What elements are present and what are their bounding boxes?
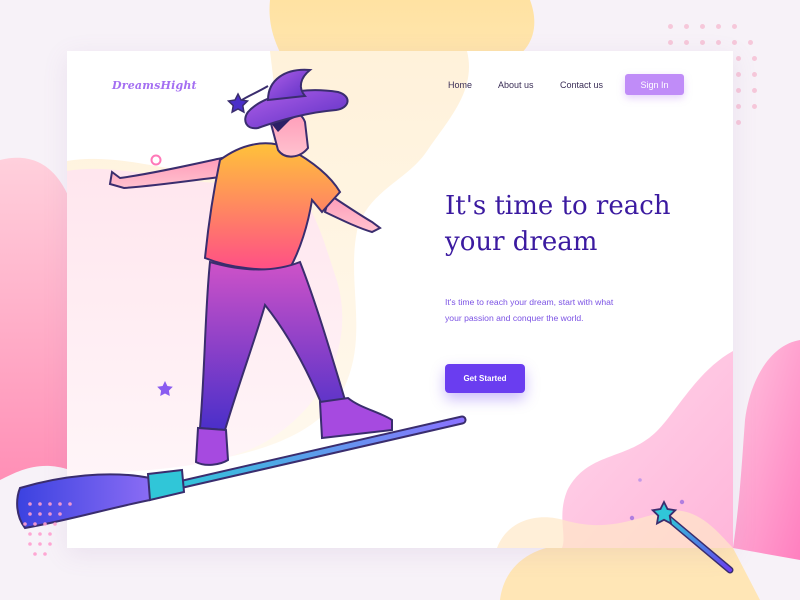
yellow-blob-bottom <box>500 544 760 600</box>
hero-description: It's time to reach your dream, start wit… <box>445 294 655 326</box>
pink-blob-left <box>0 157 70 480</box>
nav-home-link[interactable]: Home <box>448 80 472 90</box>
brand-logo[interactable]: DreamsHight <box>112 79 197 92</box>
hero-description-line-2: your passion and conquer the world. <box>445 313 584 323</box>
landing-card: DreamsHight Home About us Contact us Sig… <box>67 51 733 548</box>
hero-headline-line-2: your dream <box>445 227 598 257</box>
get-started-button[interactable]: Get Started <box>445 364 525 393</box>
hero-headline: It's time to reach your dream <box>445 188 705 260</box>
hero-headline-line-1: It's time to reach <box>445 191 671 221</box>
nav-about-link[interactable]: About us <box>498 80 534 90</box>
sign-in-button[interactable]: Sign In <box>625 74 684 95</box>
nav-contact-link[interactable]: Contact us <box>560 80 603 90</box>
pink-blob-right <box>733 340 800 560</box>
hero-description-line-1: It's time to reach your dream, start wit… <box>445 297 614 307</box>
